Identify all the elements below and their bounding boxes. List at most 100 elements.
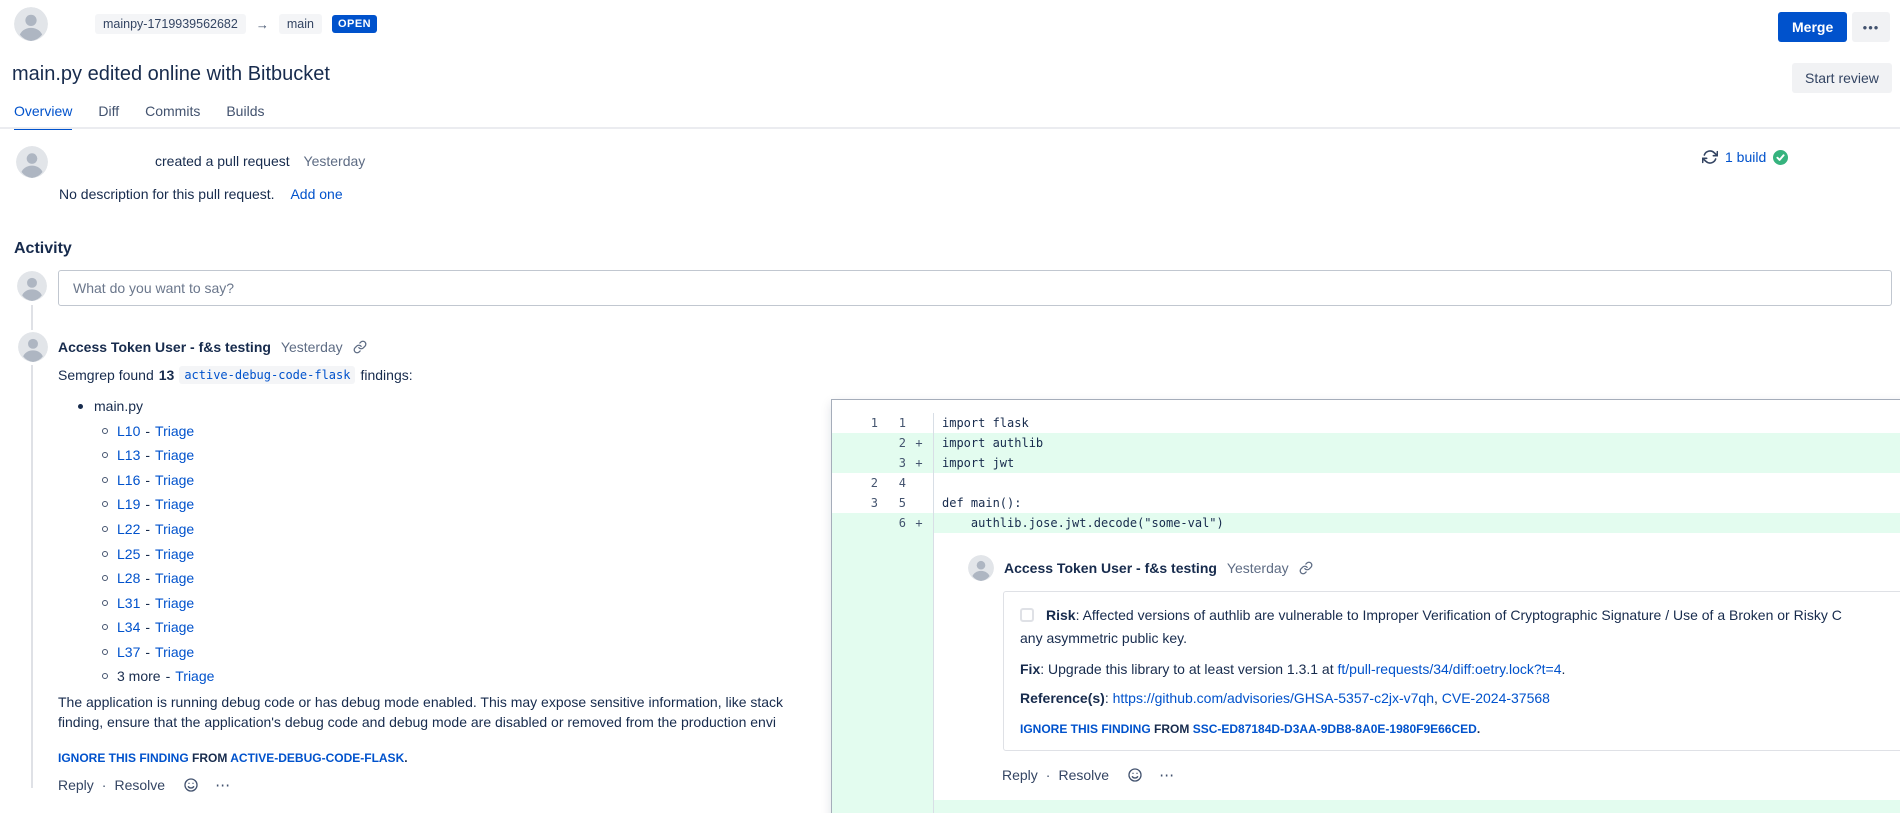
comment-body: The application is running debug code or…: [58, 693, 783, 732]
bullet-circle-icon: [102, 551, 108, 557]
diff-preview-panel: 11 import flask 2+ import authlib 3+ imp…: [831, 399, 1900, 813]
add-reaction-icon[interactable]: [183, 777, 199, 793]
finding-line-link[interactable]: L13: [117, 447, 140, 463]
finding-item: L31-Triage: [78, 590, 214, 615]
creator-avatar[interactable]: [16, 146, 48, 178]
created-text: created a pull request: [155, 153, 290, 169]
finding-line-link[interactable]: L34: [117, 619, 140, 635]
finding-line-link[interactable]: L37: [117, 644, 140, 660]
created-row: created a pull request Yesterday: [155, 153, 365, 169]
builds-refresh-icon: [1702, 149, 1718, 165]
ignore-rule-link[interactable]: SSC-ED87184D-D3AA-9DB8-8A0E-1980F9E66CED: [1193, 722, 1477, 736]
start-review-button[interactable]: Start review: [1792, 63, 1892, 93]
ignore-finding-link[interactable]: IGNORE THIS FINDING: [1020, 722, 1151, 736]
bullet-circle-icon: [102, 452, 108, 458]
comment-body-line2: finding, ensure that the application's d…: [58, 713, 783, 733]
inline-comment-header: Access Token User - f&s testing Yesterda…: [968, 555, 1900, 581]
semgrep-summary: Semgrep found 13 active-debug-code-flask…: [58, 366, 413, 384]
pr-tabs: Overview Diff Commits Builds: [14, 103, 264, 130]
finding-triage-link[interactable]: Triage: [155, 546, 194, 562]
finding-triage-link[interactable]: Triage: [175, 668, 214, 684]
comment-author-avatar[interactable]: [18, 332, 48, 362]
bullet-circle-icon: [102, 575, 108, 581]
reply-button[interactable]: Reply: [58, 777, 94, 793]
finding-triage-link[interactable]: Triage: [155, 521, 194, 537]
code-line: authlib.jose.jwt.decode("some-val"): [934, 513, 1224, 533]
inline-comment-actions: Reply · Resolve ⋯: [1002, 766, 1900, 784]
comment-input[interactable]: [58, 270, 1892, 306]
bullet-icon: [78, 404, 83, 409]
risk-line-2: any asymmetric public key.: [1020, 628, 1900, 648]
finding-item: L34-Triage: [78, 615, 214, 640]
more-options-button[interactable]: •••: [1852, 12, 1890, 42]
bullet-circle-icon: [102, 649, 108, 655]
tab-commits[interactable]: Commits: [145, 103, 200, 130]
file-name: main.py: [94, 398, 143, 414]
source-branch-lozenge[interactable]: mainpy-1719939562682: [95, 14, 246, 34]
finding-line-link[interactable]: L25: [117, 546, 140, 562]
comment-timestamp[interactable]: Yesterday: [281, 339, 343, 355]
target-branch-lozenge[interactable]: main: [279, 14, 322, 34]
ignore-rule-link[interactable]: ACTIVE-DEBUG-CODE-FLASK: [230, 751, 404, 765]
ignore-finding-link[interactable]: IGNORE THIS FINDING: [58, 751, 189, 765]
comment-more-icon[interactable]: ⋯: [1159, 766, 1176, 784]
inline-comment-author[interactable]: Access Token User - f&s testing: [1004, 560, 1217, 576]
finding-triage-link[interactable]: Triage: [155, 423, 194, 439]
rule-chip[interactable]: active-debug-code-flask: [179, 366, 355, 384]
tab-builds[interactable]: Builds: [226, 103, 264, 130]
cve-link[interactable]: CVE-2024-37568: [1442, 690, 1550, 706]
inline-ignore-row: IGNORE THIS FINDING FROM SSC-ED87184D-D3…: [1020, 722, 1900, 736]
comment-body-line1: The application is running debug code or…: [58, 693, 783, 713]
bullet-circle-icon: [102, 501, 108, 507]
comment-author-name[interactable]: Access Token User - f&s testing: [58, 339, 271, 355]
thread-line: [31, 305, 33, 330]
finding-item: L25-Triage: [78, 541, 214, 566]
finding-checkbox[interactable]: [1020, 608, 1034, 622]
finding-line-link[interactable]: L22: [117, 521, 140, 537]
findings-list: main.py L10-Triage L13-Triage L16-Triage…: [78, 394, 214, 689]
comment-more-icon[interactable]: ⋯: [215, 776, 232, 794]
diff-row-added: 2+ import authlib: [832, 433, 1900, 453]
finding-item: L37-Triage: [78, 639, 214, 664]
pull-request-page: mainpy-1719939562682 → main OPEN Merge •…: [0, 0, 1900, 813]
inline-comment-avatar[interactable]: [968, 555, 994, 581]
add-reaction-icon[interactable]: [1127, 767, 1143, 783]
fix-line: Fix: Upgrade this library to at least ve…: [1020, 659, 1900, 679]
created-time: Yesterday: [304, 153, 366, 169]
code-line: import jwt: [934, 453, 1014, 473]
finding-triage-link[interactable]: Triage: [155, 595, 194, 611]
finding-triage-link[interactable]: Triage: [155, 570, 194, 586]
permalink-icon[interactable]: [353, 340, 367, 354]
fix-link[interactable]: ft/pull-requests/34/diff:oetry.lock?t=4: [1338, 661, 1562, 677]
resolve-button[interactable]: Resolve: [114, 777, 165, 793]
finding-line-link[interactable]: L28: [117, 570, 140, 586]
finding-item: L19-Triage: [78, 492, 214, 517]
finding-detail-card: Risk: Affected versions of authlib are v…: [1003, 591, 1900, 751]
finding-line-link[interactable]: L10: [117, 423, 140, 439]
permalink-icon[interactable]: [1299, 561, 1313, 575]
finding-line-link[interactable]: L16: [117, 472, 140, 488]
diff-row-added: 3+ import jwt: [832, 453, 1900, 473]
tab-diff[interactable]: Diff: [98, 103, 119, 130]
bullet-circle-icon: [102, 526, 108, 532]
build-count-link[interactable]: 1 build: [1725, 149, 1766, 165]
finding-triage-link[interactable]: Triage: [155, 447, 194, 463]
merge-button[interactable]: Merge: [1778, 12, 1847, 42]
pr-author-avatar[interactable]: [14, 7, 48, 41]
inline-comment-timestamp[interactable]: Yesterday: [1227, 560, 1289, 576]
resolve-button[interactable]: Resolve: [1058, 767, 1109, 783]
finding-line-link[interactable]: L19: [117, 496, 140, 512]
finding-triage-link[interactable]: Triage: [155, 496, 194, 512]
semgrep-suffix: findings:: [360, 367, 412, 383]
finding-triage-link[interactable]: Triage: [155, 619, 194, 635]
advisory-link[interactable]: https://github.com/advisories/GHSA-5357-…: [1113, 690, 1434, 706]
tab-overview[interactable]: Overview: [14, 103, 72, 130]
tabs-divider: [0, 127, 1900, 129]
thread-line: [31, 365, 33, 788]
inline-comment: Access Token User - f&s testing Yesterda…: [934, 533, 1900, 800]
add-description-link[interactable]: Add one: [290, 186, 342, 202]
reply-button[interactable]: Reply: [1002, 767, 1038, 783]
finding-line-link[interactable]: L31: [117, 595, 140, 611]
finding-triage-link[interactable]: Triage: [155, 644, 194, 660]
finding-triage-link[interactable]: Triage: [155, 472, 194, 488]
